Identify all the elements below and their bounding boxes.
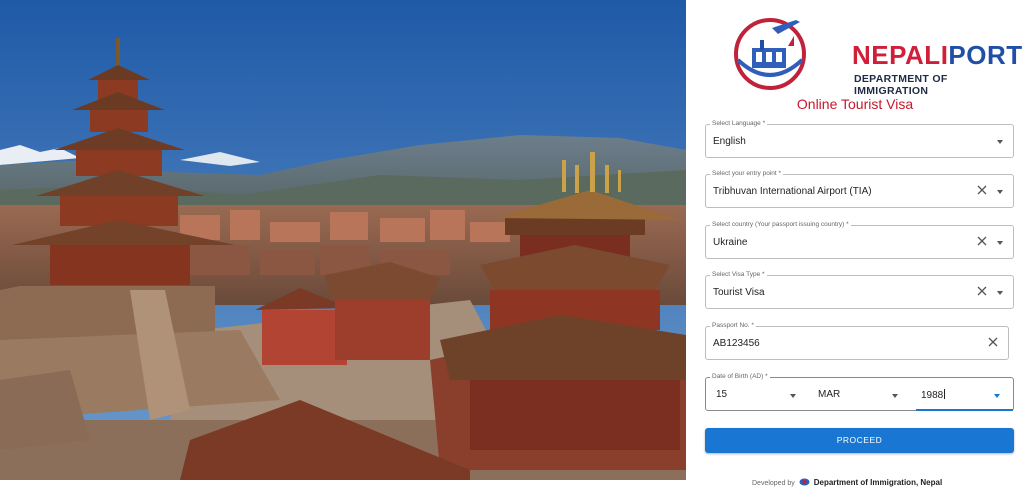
form-title: Online Tourist Visa	[796, 96, 914, 112]
passport-number-field[interactable]: Passport No. * AB123456	[705, 321, 1009, 360]
brand-name-part1: NEPALI	[852, 40, 949, 70]
clear-x-icon[interactable]	[976, 235, 988, 247]
clear-x-icon[interactable]	[976, 285, 988, 297]
visa-type-select[interactable]: Select Visa Type * Tourist Visa	[705, 270, 1014, 309]
clear-x-icon[interactable]	[987, 336, 999, 348]
proceed-label: PROCEED	[836, 435, 883, 445]
logo-emblem-icon	[734, 18, 806, 90]
visa-type-value: Tourist Visa	[713, 287, 765, 298]
entry-point-label: Select your entry point *	[710, 169, 784, 179]
footer: Developed by Department of Immigration, …	[752, 478, 942, 487]
country-label: Select country (Your passport issuing co…	[710, 220, 851, 230]
nepaliport-logo: NEPALIPORT DEPARTMENT OF IMMIGRATION	[730, 12, 1022, 97]
focus-underline	[916, 409, 1013, 411]
entry-point-select[interactable]: Select your entry point * Tribhuvan Inte…	[705, 169, 1014, 208]
department-link[interactable]: Department of Immigration, Nepal	[814, 478, 942, 487]
country-value: Ukraine	[713, 237, 748, 248]
proceed-button[interactable]: PROCEED	[705, 428, 1014, 453]
chevron-down-icon[interactable]	[997, 241, 1003, 245]
passport-label: Passport No. *	[710, 321, 756, 331]
chevron-down-icon[interactable]	[892, 394, 898, 398]
chevron-down-icon[interactable]	[997, 190, 1003, 194]
developed-by-text: Developed by	[752, 480, 795, 487]
temple-square-image	[0, 0, 686, 480]
dob-month-select[interactable]: MAR	[818, 389, 840, 400]
dob-day-select[interactable]: 15	[716, 389, 727, 400]
nepal-emblem-icon	[799, 478, 810, 486]
chevron-down-icon[interactable]	[997, 140, 1003, 144]
passport-value[interactable]: AB123456	[713, 338, 760, 349]
hero-photo	[0, 0, 686, 480]
language-select[interactable]: Select Language * English	[705, 119, 1014, 158]
language-value: English	[713, 136, 746, 147]
brand-name: NEPALIPORT	[852, 42, 1023, 68]
visa-form-panel: NEPALIPORT DEPARTMENT OF IMMIGRATION Onl…	[686, 0, 1024, 488]
chevron-down-icon[interactable]	[997, 291, 1003, 295]
language-label: Select Language *	[710, 119, 768, 129]
dob-label: Date of Birth (AD) *	[710, 372, 770, 382]
clear-x-icon[interactable]	[976, 184, 988, 196]
dob-year-select[interactable]: 1988	[921, 389, 946, 401]
entry-point-value: Tribhuvan International Airport (TIA)	[713, 186, 872, 197]
text-cursor	[944, 389, 946, 399]
dob-year-value: 1988	[921, 390, 944, 401]
brand-name-part2: PORT	[948, 40, 1023, 70]
visa-type-label: Select Visa Type *	[710, 270, 767, 280]
page: NEPALIPORT DEPARTMENT OF IMMIGRATION Onl…	[0, 0, 1024, 488]
brand-subtitle: DEPARTMENT OF IMMIGRATION	[854, 73, 948, 97]
chevron-down-icon[interactable]	[994, 394, 1000, 398]
chevron-down-icon[interactable]	[790, 394, 796, 398]
date-of-birth-field: Date of Birth (AD) * 15 MAR 1988	[705, 372, 1014, 411]
country-select[interactable]: Select country (Your passport issuing co…	[705, 220, 1014, 259]
